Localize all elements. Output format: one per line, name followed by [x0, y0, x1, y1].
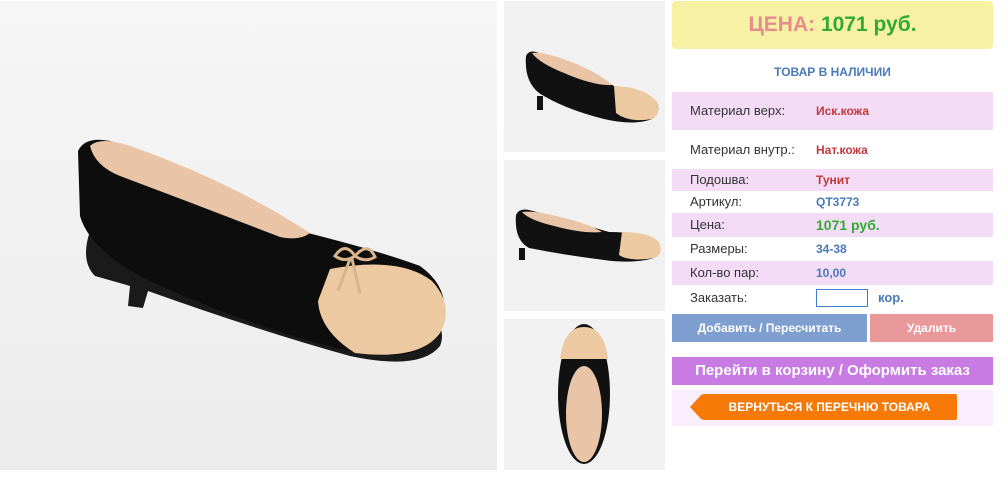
- go-to-cart-button[interactable]: Перейти в корзину / Оформить заказ: [672, 357, 993, 385]
- add-recalculate-button[interactable]: Добавить / Пересчитать: [672, 314, 867, 342]
- quantity-unit: кор.: [878, 290, 904, 305]
- order-label: Заказать:: [690, 290, 748, 305]
- thumbnail-3[interactable]: [504, 319, 665, 470]
- spec-key: Подошва:: [690, 172, 750, 187]
- back-to-list-button[interactable]: ВЕРНУТЬСЯ К ПЕРЕЧНЮ ТОВАРА: [690, 394, 957, 420]
- spec-key: Кол-во пар:: [690, 265, 760, 280]
- price-value: 1071 руб.: [820, 13, 917, 36]
- shoe-thumb-front: [515, 209, 661, 262]
- shoe-thumb-top: [558, 324, 610, 464]
- spec-key: Размеры:: [690, 241, 748, 256]
- order-row: Заказать: кор.: [672, 287, 993, 309]
- spec-key: Артикул:: [690, 194, 743, 209]
- spec-row-pairs: Кол-во пар: 10,00: [672, 261, 993, 285]
- spec-row-sizes: Размеры: 34-38: [672, 237, 993, 261]
- spec-value: Тунит: [816, 173, 851, 187]
- spec-key: Материал верх:: [690, 103, 786, 118]
- main-product-image[interactable]: [0, 1, 497, 470]
- spec-key: Цена:: [690, 217, 725, 232]
- spec-row-material-inner: Материал внутр.: Нат.кожа: [672, 131, 993, 169]
- shoe-thumb-side: [525, 51, 659, 123]
- price-label: ЦЕНА:: [748, 13, 816, 36]
- spec-row-sole: Подошва: Тунит: [672, 169, 993, 191]
- thumbnail-1[interactable]: [504, 1, 665, 152]
- back-button-container: ВЕРНУТЬСЯ К ПЕРЕЧНЮ ТОВАРА: [672, 390, 993, 426]
- spec-key: Материал внутр.:: [690, 142, 795, 157]
- spec-value: Нат.кожа: [816, 143, 868, 157]
- spec-row-article: Артикул: QT3773: [672, 191, 993, 213]
- spec-value: 1071 руб.: [816, 217, 880, 233]
- spec-row-price: Цена: 1071 руб.: [672, 213, 993, 237]
- quantity-input[interactable]: [816, 289, 868, 307]
- shoe-illustration: [0, 1, 497, 470]
- spec-value: Иск.кожа: [816, 104, 869, 118]
- spec-value: 34-38: [816, 242, 847, 256]
- delete-button[interactable]: Удалить: [870, 314, 993, 342]
- price-banner: ЦЕНА: 1071 руб.: [672, 1, 993, 49]
- spec-row-material-top: Материал верх: Иск.кожа: [672, 92, 993, 130]
- stock-status: ТОВАР В НАЛИЧИИ: [774, 65, 891, 79]
- spec-value: QT3773: [816, 195, 860, 209]
- spec-value: 10,00: [816, 266, 847, 280]
- thumbnail-2[interactable]: [504, 160, 665, 311]
